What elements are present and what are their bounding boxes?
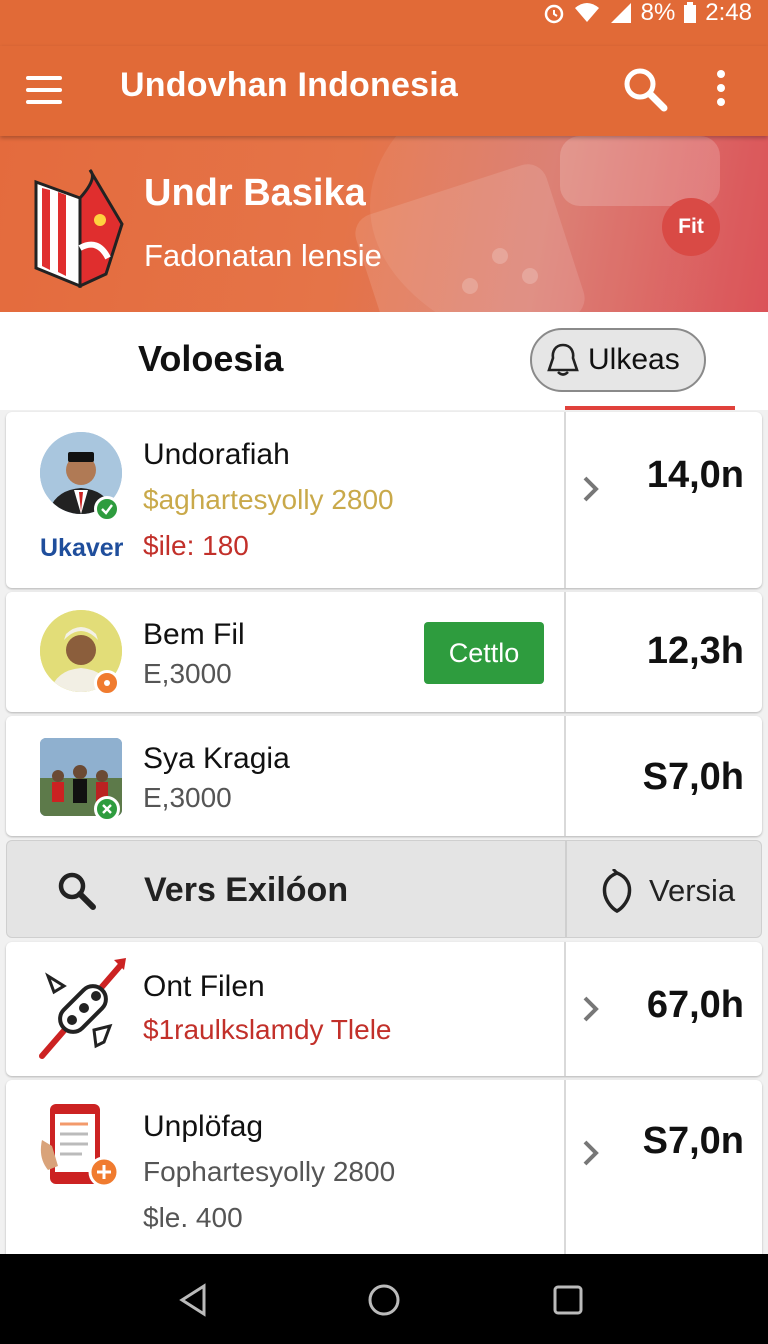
- row-detail: $ile: 180: [143, 530, 249, 561]
- action-button[interactable]: Cettlo: [424, 622, 544, 684]
- row-name: Bem Fil: [143, 618, 245, 651]
- row-value: 14,0n: [646, 454, 744, 496]
- more-vert-icon[interactable]: [706, 64, 736, 114]
- row-subtitle: $1raulkslamdy Tlele: [143, 1014, 392, 1045]
- filter-pill-label: Ulkeas: [588, 343, 680, 376]
- battery-percent: 8%: [640, 0, 676, 26]
- row-tag: Ukaver: [40, 534, 124, 562]
- chevron-right-icon[interactable]: [580, 994, 602, 1024]
- row-subtitle: Fophartesyolly 2800: [143, 1156, 396, 1187]
- status-icons: 8% 2:48: [543, 0, 752, 26]
- alarm-icon: [544, 4, 563, 24]
- app-title: Undovhan Indonesia: [120, 66, 458, 104]
- menu-icon[interactable]: [24, 70, 64, 110]
- wifi-icon: [574, 3, 599, 22]
- search-row-label: Vers Exilóon: [144, 871, 349, 909]
- row-value: 67,0h: [646, 984, 744, 1026]
- status-dot-icon: [94, 670, 120, 696]
- section-title: Voloesia: [138, 338, 284, 379]
- filter-pill[interactable]: Ulkeas: [530, 328, 706, 392]
- banner-title: Undr Basika: [144, 172, 366, 214]
- search-icon[interactable]: [55, 869, 99, 913]
- row-divider: [564, 412, 566, 588]
- shield-icon: [602, 869, 632, 913]
- tool-icon: [39, 958, 126, 1059]
- row-name: Ont Filen: [143, 970, 265, 1003]
- signal-icon: [610, 3, 631, 23]
- banner-subtitle: Fadonatan lensie: [144, 238, 382, 273]
- row-name: Sya Kragia: [143, 742, 290, 775]
- back-icon[interactable]: [174, 1280, 214, 1320]
- battery-icon: [684, 2, 697, 23]
- verified-badge-icon: [94, 496, 120, 522]
- row-detail: $le. 400: [143, 1202, 243, 1233]
- row-subtitle: E,3000: [143, 658, 232, 689]
- row-value: S7,0n: [642, 1120, 744, 1162]
- row-subtitle: E,3000: [143, 782, 232, 813]
- phone-icon: [40, 1104, 120, 1188]
- search-row[interactable]: Vers Exilóon Versia: [6, 840, 762, 938]
- chevron-right-icon[interactable]: [580, 474, 602, 504]
- hero-banner[interactable]: Undr Basika Fadonatan lensie: [0, 136, 768, 312]
- recents-icon[interactable]: [548, 1280, 588, 1320]
- row-name: Unplöfag: [143, 1110, 264, 1143]
- row-value: 12,3h: [646, 630, 744, 672]
- home-icon[interactable]: [364, 1280, 404, 1320]
- row-divider: [564, 1080, 566, 1254]
- row-subtitle: $aghartesyolly 2800: [143, 484, 394, 515]
- chevron-right-icon[interactable]: [580, 1138, 602, 1168]
- flag-icon: [34, 168, 124, 288]
- list-item[interactable]: Ont Filen $1raulkslamdy Tlele 67,0h: [6, 942, 762, 1076]
- system-nav-bar: [0, 1254, 768, 1344]
- row-divider: [564, 942, 566, 1076]
- list-item[interactable]: Ukaver Undorafiah $aghartesyolly 2800 $i…: [6, 412, 762, 588]
- search-icon[interactable]: [620, 64, 670, 114]
- search-row-right-label[interactable]: Versia: [649, 873, 735, 909]
- status-bar: 8% 2:48: [0, 0, 768, 46]
- row-value: S7,0h: [642, 756, 744, 798]
- list-item[interactable]: Bem Fil E,3000 Cettlo 12,3h: [6, 592, 762, 712]
- row-name: Undorafiah: [143, 438, 290, 471]
- list-item[interactable]: Sya Kragia E,3000 S7,0h: [6, 716, 762, 836]
- row-divider: [565, 841, 567, 937]
- app-bar: Undovhan Indonesia: [0, 46, 768, 136]
- scissors-badge-icon: [94, 796, 120, 822]
- fit-badge[interactable]: Fit: [662, 198, 720, 256]
- bell-icon: [547, 343, 579, 376]
- clock: 2:48: [705, 0, 752, 26]
- list-item[interactable]: Unplöfag Fophartesyolly 2800 $le. 400 S7…: [6, 1080, 762, 1254]
- active-tab-indicator: [565, 406, 735, 410]
- row-divider: [564, 592, 566, 712]
- row-divider: [564, 716, 566, 836]
